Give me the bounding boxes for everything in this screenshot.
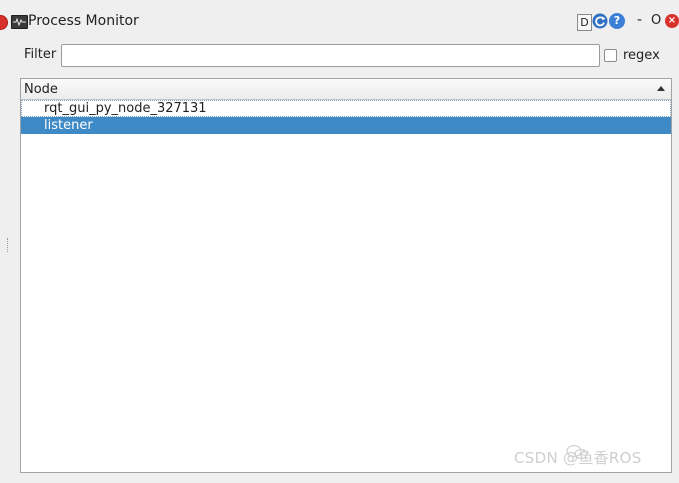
node-tree[interactable]: Node rqt_gui_py_node_327131 listener [20,78,672,473]
tree-row[interactable]: rqt_gui_py_node_327131 [21,100,671,117]
sort-ascending-icon [657,86,665,91]
minimize-button[interactable]: - [637,12,642,28]
regex-label: regex [623,48,660,63]
title-bar: Process Monitor D ? - O × [0,0,679,44]
filter-label: Filter [24,47,57,62]
tree-header[interactable]: Node [21,79,671,100]
float-button[interactable]: O [651,13,661,28]
refresh-icon[interactable] [592,13,608,29]
tree-row-label: rqt_gui_py_node_327131 [44,101,207,116]
column-header-node[interactable]: Node [24,82,58,97]
splitter-handle[interactable] [7,238,10,252]
tree-row-label: listener [44,118,93,133]
regex-checkbox[interactable] [604,49,617,62]
help-icon[interactable]: ? [609,13,625,29]
process-monitor-icon [11,15,28,29]
close-icon[interactable]: × [665,14,679,28]
d-button[interactable]: D [577,14,592,31]
window-title: Process Monitor [28,13,139,29]
tree-row-selected[interactable]: listener [21,117,671,134]
filter-input[interactable] [61,44,600,67]
watermark-text: CSDN @鱼香ROS [514,449,642,467]
dock-close-icon[interactable] [0,15,8,30]
